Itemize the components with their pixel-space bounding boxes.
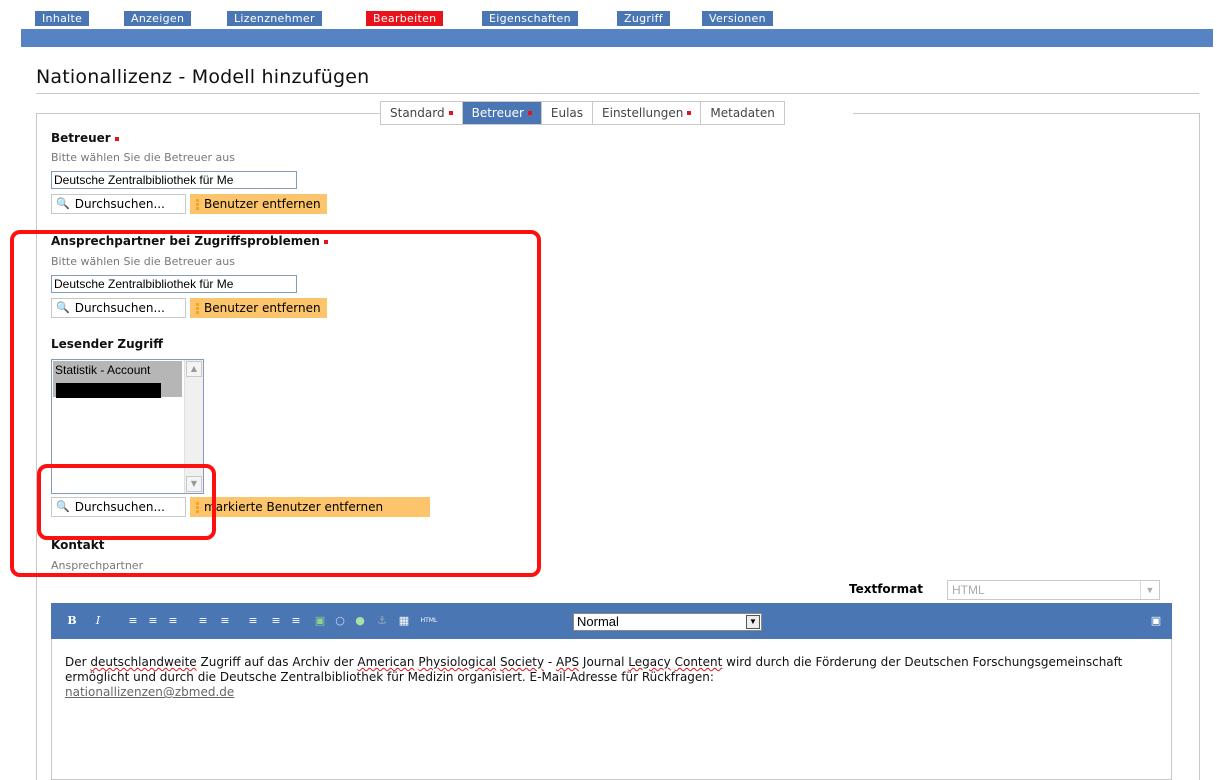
page-title: Nationallizenz - Modell hinzufügen (36, 66, 370, 88)
handle-icon (196, 198, 199, 210)
tab-eigenschaften[interactable]: Eigenschaften (482, 11, 578, 26)
italic-icon[interactable]: I (91, 614, 105, 628)
tab-versionen[interactable]: Versionen (702, 11, 773, 26)
tab-standard[interactable]: Standard (381, 102, 463, 124)
betreuer-field[interactable]: Deutsche Zentralbibliothek für Me (51, 171, 297, 189)
betreuer-label: Betreuer (51, 131, 119, 145)
frame-border (1199, 113, 1200, 780)
align-left-icon[interactable]: ≡ (126, 614, 140, 628)
tab-betreuer[interactable]: Betreuer (462, 102, 542, 124)
text: Content (674, 655, 723, 669)
tab-inhalte[interactable]: Inhalte (35, 11, 90, 26)
align-center-icon[interactable]: ≡ (146, 614, 160, 628)
select-value: HTML (952, 583, 985, 597)
betreuer-search-button[interactable]: 🔍 Durchsuchen... (51, 194, 186, 214)
ordered-list-icon[interactable]: ≡ (196, 614, 210, 628)
tab-anzeigen[interactable]: Anzeigen (124, 11, 192, 26)
tab-label: Betreuer (471, 106, 524, 120)
editor-content[interactable]: Der deutschlandweite Zugriff auf das Arc… (65, 655, 1155, 700)
required-marker (687, 111, 692, 115)
text: Zugriff auf das Archiv der (196, 655, 358, 669)
title-divider (36, 93, 1199, 94)
textformat-label: Textformat (849, 582, 923, 596)
magnifier-icon: 🔍 (56, 197, 70, 210)
text: Physiological (418, 655, 497, 669)
format-select[interactable]: Normal ▼ (573, 613, 762, 631)
required-marker (448, 111, 453, 115)
resize-icon[interactable]: ▣ (1149, 614, 1163, 628)
required-marker (527, 111, 532, 115)
anchor-icon[interactable]: ⚓ (375, 614, 389, 628)
bold-icon[interactable]: B (65, 614, 79, 628)
annotation-highlight (37, 464, 216, 540)
text: Society (499, 655, 545, 669)
text: Legacy (628, 655, 671, 669)
button-label: Durchsuchen... (74, 197, 165, 211)
unordered-list-icon[interactable]: ≡ (218, 614, 232, 628)
chevron-down-icon: ▼ (1140, 581, 1159, 599)
tab-label: Metadaten (710, 106, 775, 120)
table-icon[interactable]: ▦ (397, 614, 411, 628)
tab-metadaten[interactable]: Metadaten (701, 102, 783, 124)
html-icon[interactable]: HTML (419, 614, 439, 628)
indent-icon[interactable]: ≡ (289, 614, 303, 628)
header-bar (21, 29, 1213, 47)
hr-icon[interactable]: ≡ (246, 614, 260, 628)
required-marker (114, 136, 119, 141)
tab-label: Einstellungen (602, 106, 684, 120)
tab-label: Eulas (550, 106, 584, 120)
tab-lizenznehmer[interactable]: Lizenznehmer (227, 11, 322, 26)
image-icon[interactable]: ▣ (313, 614, 327, 628)
text: Journal (579, 655, 629, 669)
outdent-icon[interactable]: ≡ (269, 614, 283, 628)
align-right-icon[interactable]: ≡ (166, 614, 180, 628)
select-value: Normal (577, 614, 619, 629)
textformat-select[interactable]: HTML ▼ (947, 580, 1160, 600)
tab-zugriff[interactable]: Zugriff (617, 11, 670, 26)
text: APS (556, 655, 580, 669)
globe-icon[interactable]: ● (353, 614, 367, 628)
sub-tab-bar: Standard Betreuer Eulas Einstellungen Me… (380, 101, 785, 125)
tab-bearbeiten[interactable]: Bearbeiten (366, 11, 444, 26)
frame-border (36, 113, 380, 114)
text: Der (65, 655, 91, 669)
text: deutschlandweite (90, 655, 197, 669)
betreuer-help: Bitte wählen Sie die Betreuer aus (51, 151, 235, 164)
link-icon[interactable]: ○ (333, 614, 347, 628)
button-label: Benutzer entfernen (204, 197, 321, 211)
tab-eulas[interactable]: Eulas (542, 102, 594, 124)
email-link[interactable]: nationallizenzen@zbmed.de (65, 685, 234, 699)
chevron-down-icon: ▼ (746, 615, 760, 629)
betreuer-remove-button[interactable]: Benutzer entfernen (190, 194, 327, 214)
text: American (357, 655, 415, 669)
label-text: Betreuer (51, 131, 111, 145)
tab-label: Standard (390, 106, 445, 120)
tab-einstellungen[interactable]: Einstellungen (593, 102, 702, 124)
frame-border (853, 113, 1200, 114)
text: - (544, 655, 557, 669)
